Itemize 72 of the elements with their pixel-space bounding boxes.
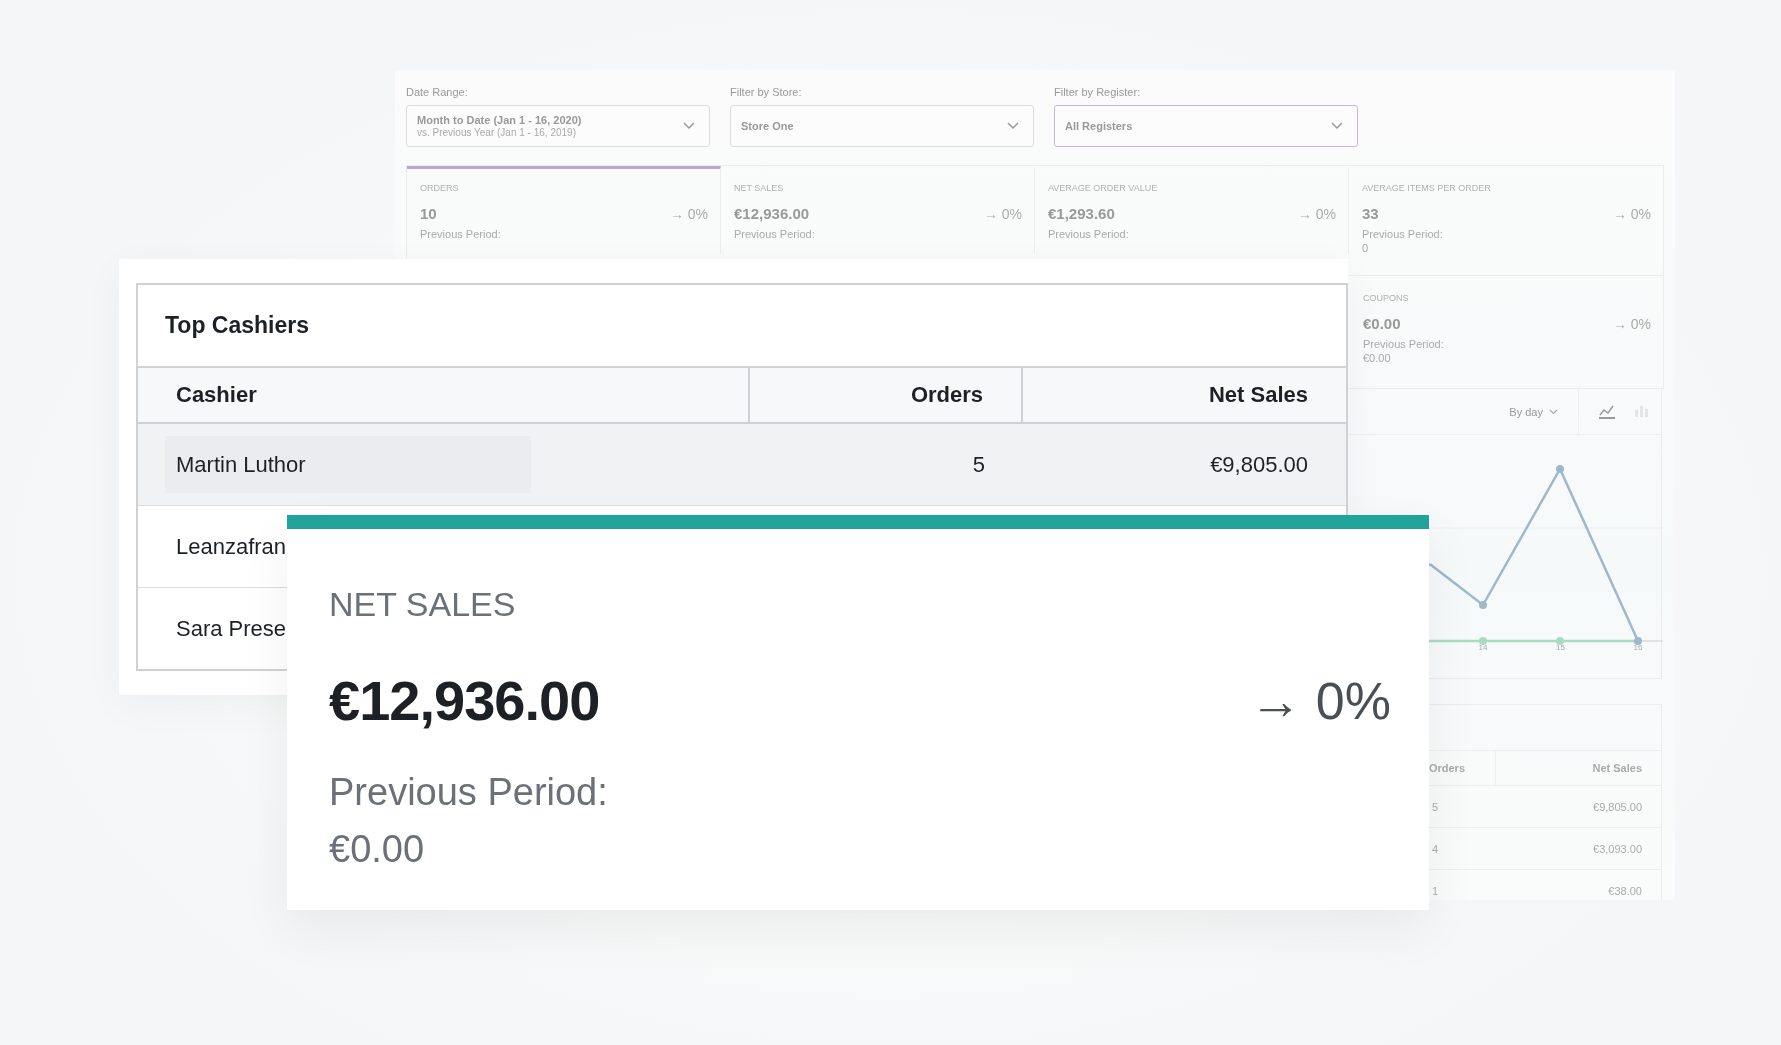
dropdown-subvalue: vs. Previous Year (Jan 1 - 16, 2019) bbox=[417, 127, 577, 138]
dropdown-value: Month to Date (Jan 1 - 16, 2020) bbox=[417, 114, 582, 126]
previous-period-label: Previous Period: bbox=[1362, 228, 1444, 240]
line-chart-icon[interactable] bbox=[1599, 404, 1615, 419]
table-cell-text: 4 bbox=[1430, 842, 1439, 855]
column-header: Cashier bbox=[138, 368, 750, 422]
filter-dropdown[interactable]: Store One bbox=[730, 105, 1034, 147]
column-header: Net Sales bbox=[1207, 381, 1309, 409]
interval-dropdown[interactable]: By day bbox=[1509, 405, 1578, 418]
stat-value: 33 bbox=[1362, 205, 1379, 222]
filter-dropdown[interactable]: Month to Date (Jan 1 - 16, 2020) vs. Previous Year (Jan 1 - 16, 2019) bbox=[406, 105, 710, 147]
filter-label: Filter by Register: bbox=[1054, 86, 1142, 98]
stat-card[interactable]: ORDERS 10 → 0% Previous Period: bbox=[407, 166, 721, 254]
table-cell-text: €38.00 bbox=[1607, 884, 1643, 897]
filter-dropdown[interactable]: All Registers bbox=[1054, 105, 1358, 147]
column-header: Net Sales bbox=[1591, 762, 1643, 774]
dropdown-value: All Registers bbox=[1065, 120, 1133, 132]
filter-label: Date Range: bbox=[406, 86, 469, 98]
table-cell: 5 bbox=[972, 451, 986, 478]
card-title: Top Cashiers bbox=[165, 312, 309, 339]
stat-card[interactable]: NET SALES €12,936.00 → 0% Previous Period: bbox=[721, 166, 1035, 254]
data-point bbox=[1556, 465, 1564, 473]
stat-change: → 0% bbox=[1612, 205, 1651, 222]
chevron-icon bbox=[1331, 122, 1343, 130]
table-cell: €9,805.00 bbox=[1210, 451, 1308, 478]
previous-period-label: Previous Period: bbox=[1363, 338, 1445, 350]
axis-label: 15 bbox=[1555, 643, 1566, 652]
axis-label: 16 bbox=[1632, 643, 1644, 652]
cashier-name[interactable]: Martin Luthor bbox=[165, 436, 531, 493]
stat-card[interactable]: AVERAGE ORDER VALUE €1,293.60 → 0% Previous Period: bbox=[1035, 166, 1349, 254]
previous-period-label: Previous Period: bbox=[1048, 228, 1130, 240]
stat-value: €0.00 bbox=[1363, 315, 1401, 332]
stat-label: NET SALES bbox=[329, 585, 517, 624]
previous-period-label: Previous Period: bbox=[329, 771, 609, 814]
stat-label: COUPONS bbox=[1363, 293, 1410, 303]
stat-change: → 0% bbox=[983, 205, 1022, 222]
stat-card[interactable]: AVERAGE ITEMS PER ORDER 33 → 0% Previous Period: 0 bbox=[1349, 166, 1663, 276]
stat-label: AVERAGE ITEMS PER ORDER bbox=[1362, 183, 1492, 193]
table-cell-text: 5 bbox=[1430, 800, 1439, 813]
stat-value: €1,293.60 bbox=[1048, 205, 1115, 222]
data-point bbox=[1479, 601, 1487, 609]
data-point bbox=[1556, 637, 1564, 645]
stat-label: AVERAGE ORDER VALUE bbox=[1048, 183, 1159, 193]
previous-period-value: €0.00 bbox=[329, 828, 426, 871]
stat-value: €12,936.00 bbox=[329, 668, 600, 733]
previous-period-value: 0 bbox=[1362, 242, 1370, 254]
dropdown-value: Store One bbox=[741, 120, 794, 132]
chevron-icon bbox=[1007, 122, 1019, 130]
previous-period-value: €0.00 bbox=[1363, 352, 1392, 364]
data-point bbox=[1634, 637, 1642, 645]
table-cell-text: 1 bbox=[1430, 884, 1439, 897]
cashier-name[interactable]: Leanzafran bbox=[176, 533, 287, 560]
stat-card[interactable]: COUPONS €0.00 → 0% Previous Period: €0.00 bbox=[1349, 276, 1663, 388]
column-header: Orders bbox=[749, 368, 1024, 422]
cashier-name[interactable]: Sara Prese bbox=[176, 615, 287, 642]
table-cell-text: €9,805.00 bbox=[1592, 800, 1643, 813]
axis-label: 14 bbox=[1477, 643, 1489, 652]
stat-label: NET SALES bbox=[734, 183, 785, 193]
previous-period-label: Previous Period: bbox=[420, 228, 502, 240]
stat-change: → 0% bbox=[1297, 205, 1336, 222]
chevron-icon bbox=[1549, 408, 1558, 415]
stat-change: → 0% bbox=[1249, 670, 1391, 731]
stat-value: 10 bbox=[420, 205, 437, 222]
stat-change: → 0% bbox=[1612, 315, 1651, 332]
chevron-icon bbox=[683, 122, 695, 130]
data-point bbox=[1479, 637, 1487, 645]
previous-period-label: Previous Period: bbox=[734, 228, 816, 240]
stat-change: → 0% bbox=[669, 205, 708, 222]
table-cell-text: €3,093.00 bbox=[1592, 842, 1643, 855]
stat-label: ORDERS bbox=[420, 183, 460, 193]
stat-value: €12,936.00 bbox=[734, 205, 810, 222]
filter-label: Filter by Store: bbox=[730, 86, 803, 98]
